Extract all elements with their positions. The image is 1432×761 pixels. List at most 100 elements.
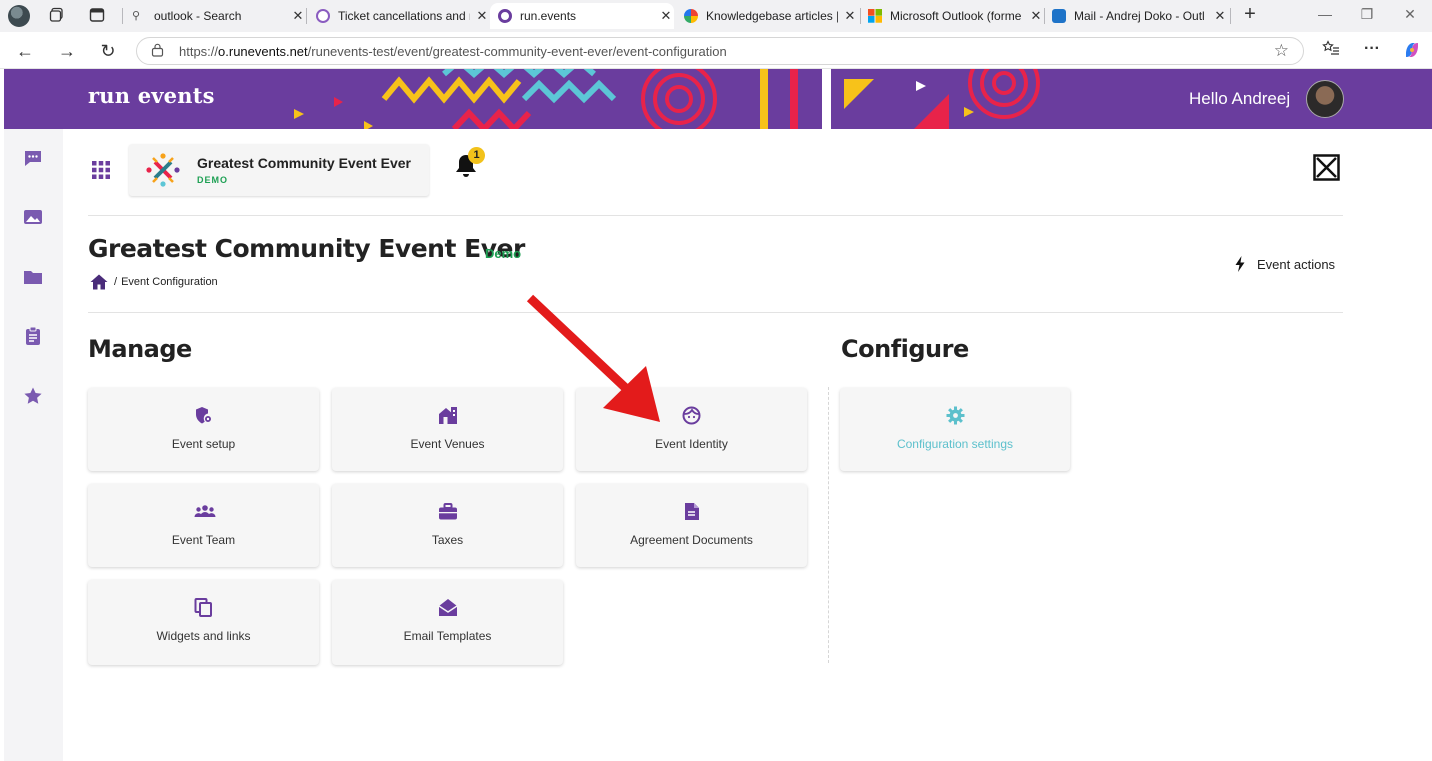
more-options-icon[interactable]: ···	[1364, 40, 1380, 58]
runevents-favicon-icon	[316, 9, 330, 23]
demo-label: Demo	[485, 246, 522, 261]
tab-ticket-cancellations[interactable]: Ticket cancellations and n ✕	[308, 3, 490, 29]
tile-event-team[interactable]: Event Team	[88, 484, 319, 567]
tab-title: run.events	[520, 9, 577, 23]
tab-microsoft-outlook[interactable]: Microsoft Outlook (forme ✕	[860, 3, 1044, 29]
event-actions-label: Event actions	[1257, 256, 1336, 272]
browser-address-bar: ← → ↻ https://o.runevents.net/runevents-…	[0, 32, 1432, 69]
chat-icon[interactable]	[23, 148, 43, 168]
divider	[88, 312, 1343, 313]
tile-label: Event Identity	[655, 437, 728, 451]
tab-knowledgebase[interactable]: Knowledgebase articles | r ✕	[676, 3, 858, 29]
tab-title: Knowledgebase articles | r	[706, 9, 838, 23]
demo-badge: DEMO	[197, 175, 228, 185]
tab-actions-icon[interactable]	[88, 7, 106, 25]
main-content: Greatest Community Event Ever DEMO 1 Gre…	[63, 129, 1432, 761]
close-tab-icon[interactable]: ✕	[842, 8, 858, 24]
tile-label: Event Venues	[410, 437, 485, 451]
tile-email-templates[interactable]: Email Templates	[332, 580, 563, 665]
tile-event-setup[interactable]: Event setup	[88, 388, 319, 471]
header-banner: run events Hello Andreej	[4, 69, 1432, 129]
envelope-open-icon	[438, 598, 458, 617]
tile-event-venues[interactable]: Event Venues	[332, 388, 563, 471]
workspaces-icon[interactable]	[48, 7, 66, 25]
new-tab-icon[interactable]: +	[1240, 3, 1260, 26]
tile-taxes[interactable]: Taxes	[332, 484, 563, 567]
microsoft-logo-icon	[868, 9, 882, 23]
tab-title: Mail - Andrej Doko - Outl	[1074, 9, 1205, 23]
home-icon[interactable]	[90, 274, 108, 290]
runevents-favicon-icon	[498, 9, 512, 23]
close-tab-icon[interactable]: ✕	[1028, 8, 1044, 24]
tile-configuration-settings[interactable]: Configuration settings	[840, 388, 1070, 471]
divider	[88, 215, 1343, 216]
lightning-icon	[1235, 256, 1245, 272]
back-icon[interactable]: ←	[14, 40, 36, 62]
tile-label: Taxes	[431, 533, 464, 547]
url-field[interactable]: https://o.runevents.net/runevents-test/e…	[136, 37, 1304, 65]
close-tab-icon[interactable]: ✕	[658, 8, 674, 24]
notification-count-badge: 1	[468, 147, 485, 164]
event-logo-icon	[145, 152, 181, 188]
tab-run-events[interactable]: run.events ✕	[490, 3, 674, 29]
copilot-icon[interactable]	[1402, 40, 1422, 65]
tile-label: Event setup	[171, 437, 236, 451]
tile-label: Email Templates	[403, 629, 492, 643]
user-greeting: Hello Andreej	[1189, 89, 1291, 108]
tile-agreement-documents[interactable]: Agreement Documents	[576, 484, 807, 567]
refresh-icon[interactable]: ↻	[97, 40, 119, 62]
user-avatar[interactable]	[1306, 80, 1344, 118]
tab-title: Microsoft Outlook (forme	[890, 9, 1022, 23]
tab-title: outlook - Search	[154, 9, 242, 23]
browser-tab-bar: ⚲ outlook - Search ✕ Ticket cancellation…	[0, 0, 1432, 32]
configure-heading: Configure	[841, 335, 969, 363]
briefcase-icon	[438, 502, 457, 521]
event-name: Greatest Community Event Ever	[197, 155, 411, 171]
folder-icon[interactable]	[23, 267, 43, 287]
close-tab-icon[interactable]: ✕	[1212, 8, 1228, 24]
browser-profile-avatar[interactable]	[8, 5, 30, 27]
favorites-icon[interactable]	[1322, 40, 1340, 61]
gear-icon	[946, 406, 965, 425]
tile-label: Agreement Documents	[630, 533, 753, 547]
tile-event-identity[interactable]: Event Identity	[576, 388, 807, 471]
event-actions-button[interactable]: Event actions	[1235, 256, 1335, 272]
image-icon[interactable]	[23, 207, 43, 227]
breadcrumb-separator: /	[114, 276, 118, 288]
page-title: Greatest Community Event Ever	[88, 234, 525, 263]
tab-outlook-search[interactable]: ⚲ outlook - Search ✕	[124, 3, 306, 29]
tab-title: Ticket cancellations and n	[338, 9, 470, 23]
event-selector[interactable]: Greatest Community Event Ever DEMO	[129, 144, 429, 196]
minimize-icon[interactable]: —	[1315, 6, 1335, 22]
site-info-icon[interactable]	[151, 43, 165, 60]
tile-label: Widgets and links	[156, 629, 251, 643]
apps-grid-icon[interactable]	[92, 161, 110, 179]
knowledgebase-favicon-icon	[684, 9, 698, 23]
search-icon: ⚲	[132, 10, 141, 22]
face-icon	[682, 406, 701, 425]
close-tab-icon[interactable]: ✕	[474, 8, 490, 24]
breadcrumb: / Event Configuration	[90, 274, 218, 290]
copy-icon	[194, 598, 213, 617]
close-tab-icon[interactable]: ✕	[290, 8, 306, 24]
section-divider	[828, 387, 829, 663]
star-icon[interactable]	[23, 386, 43, 406]
close-window-icon[interactable]: ✕	[1400, 6, 1420, 23]
venue-icon	[438, 406, 457, 425]
breadcrumb-current: Event Configuration	[121, 276, 218, 288]
url-text: https://o.runevents.net/runevents-test/e…	[179, 43, 727, 59]
favorite-star-icon[interactable]: ☆	[1274, 41, 1289, 61]
outlook-icon	[1052, 9, 1066, 23]
team-icon	[194, 502, 216, 521]
shield-gear-icon	[194, 406, 213, 425]
left-sidebar	[4, 129, 63, 761]
forward-icon[interactable]: →	[56, 40, 78, 62]
restore-icon[interactable]: ❐	[1357, 6, 1377, 23]
close-icon[interactable]	[1313, 154, 1340, 181]
tile-widgets-and-links[interactable]: Widgets and links	[88, 580, 319, 665]
manage-heading: Manage	[88, 335, 192, 363]
clipboard-icon[interactable]	[23, 326, 43, 346]
app: run events Hello Andreej Greatest Commun…	[4, 69, 1432, 761]
runevents-logo[interactable]: run events	[88, 83, 215, 108]
tab-mail[interactable]: Mail - Andrej Doko - Outl ✕	[1044, 3, 1228, 29]
